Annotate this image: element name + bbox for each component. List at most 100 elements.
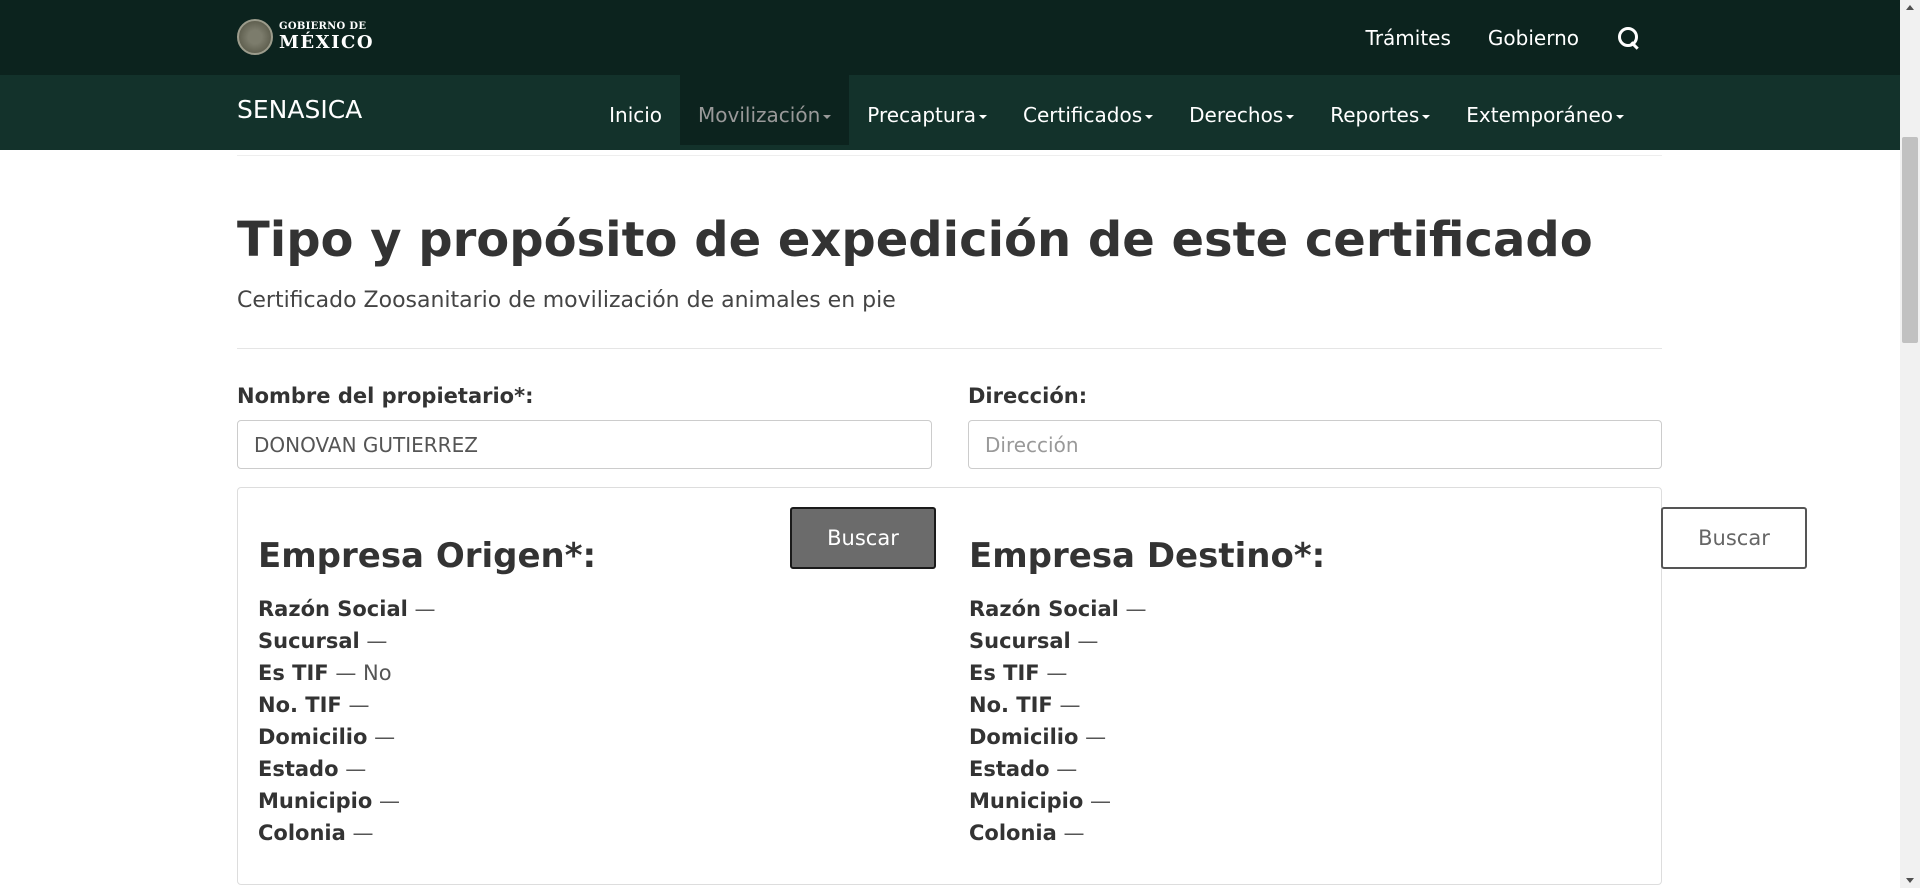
info-label: No. TIF — [258, 693, 342, 717]
caret-down-icon — [1145, 114, 1154, 119]
info-row: Razón Social — — [969, 593, 1147, 625]
info-separator: — — [352, 821, 374, 845]
info-label: Domicilio — [258, 725, 368, 749]
logo-line2: MÉXICO — [279, 32, 375, 53]
tramites-link[interactable]: Trámites — [1366, 26, 1451, 50]
section-divider — [237, 348, 1662, 349]
info-separator: — — [366, 629, 388, 653]
info-row: Municipio — — [969, 785, 1147, 817]
info-label: Sucursal — [969, 629, 1071, 653]
info-label: Municipio — [258, 789, 373, 813]
info-row: Colonia — — [258, 817, 436, 849]
nav-item-label: Precaptura — [867, 103, 977, 127]
top-divider — [237, 155, 1662, 156]
caret-down-icon — [823, 114, 832, 119]
info-row: Colonia — — [969, 817, 1147, 849]
info-row: Estado — — [258, 753, 436, 785]
info-separator: — — [345, 757, 367, 781]
main-navbar: SENASICA Inicio Movilización Precaptura Cer… — [0, 75, 1900, 150]
page-subtitle: Certificado Zoosanitario de movilización… — [237, 288, 896, 313]
info-separator: — — [335, 661, 357, 685]
info-separator: — — [348, 693, 370, 717]
scroll-down-arrow-icon[interactable] — [1906, 878, 1914, 883]
info-row: Es TIF — No — [258, 657, 436, 689]
info-label: No. TIF — [969, 693, 1053, 717]
nav-item-reportes[interactable]: Reportes — [1312, 75, 1448, 145]
gobierno-de-mexico-logo[interactable]: GOBIERNO DE MÉXICO — [237, 19, 374, 55]
nav-item-label: Inicio — [609, 103, 663, 127]
info-row: Domicilio — — [258, 721, 436, 753]
scroll-thumb[interactable] — [1902, 137, 1918, 343]
nav-item-extemporaneo[interactable]: Extemporáneo — [1448, 75, 1642, 145]
page-title: Tipo y propósito de expedición de este c… — [237, 212, 1593, 268]
logo-line1: GOBIERNO DE — [279, 21, 367, 32]
companies-panel: Buscar Empresa Origen*: Razón Social — S… — [237, 487, 1807, 885]
top-links: Trámites Gobierno — [1329, 0, 1642, 75]
info-separator: — — [414, 597, 436, 621]
nav-item-movilizacion[interactable]: Movilización — [680, 75, 850, 145]
info-row: Estado — — [969, 753, 1147, 785]
info-label: Razón Social — [258, 597, 408, 621]
info-row: Es TIF — — [969, 657, 1147, 689]
top-bar: GOBIERNO DE MÉXICO Trámites Gobierno — [0, 0, 1900, 75]
origin-details: Razón Social — Sucursal — Es TIF — No No.… — [258, 593, 436, 849]
info-row: Sucursal — — [258, 625, 436, 657]
info-separator: — — [379, 789, 400, 813]
origin-search-button[interactable]: Buscar — [790, 507, 936, 569]
origin-title: Empresa Origen*: — [258, 536, 597, 576]
destination-details: Razón Social — Sucursal — Es TIF — No. T… — [969, 593, 1147, 849]
destination-title: Empresa Destino*: — [969, 536, 1326, 576]
brand-senasica[interactable]: SENASICA — [237, 75, 362, 145]
search-icon[interactable] — [1616, 25, 1642, 51]
info-separator: — — [1090, 789, 1111, 813]
info-separator: — — [374, 725, 396, 749]
info-label: Domicilio — [969, 725, 1079, 749]
info-separator: — — [1059, 693, 1081, 717]
info-label: Estado — [969, 757, 1050, 781]
nav-item-label: Extemporáneo — [1466, 103, 1613, 127]
destination-search-button[interactable]: Buscar — [1661, 507, 1807, 569]
caret-down-icon — [1286, 114, 1295, 119]
info-label: Colonia — [258, 821, 346, 845]
info-label: Estado — [258, 757, 339, 781]
info-label: Razón Social — [969, 597, 1119, 621]
info-separator: — — [1125, 597, 1147, 621]
nav-item-label: Certificados — [1023, 103, 1143, 127]
info-separator: — — [1077, 629, 1099, 653]
info-label: Colonia — [969, 821, 1057, 845]
info-label: Municipio — [969, 789, 1084, 813]
caret-down-icon — [1616, 114, 1624, 119]
vertical-scrollbar[interactable] — [1900, 0, 1920, 888]
info-label: Es TIF — [969, 661, 1040, 685]
info-value: No — [363, 661, 392, 685]
info-row: Domicilio — — [969, 721, 1147, 753]
owner-label: Nombre del propietario*: — [237, 384, 534, 408]
info-row: No. TIF — — [969, 689, 1147, 721]
nav-item-certificados[interactable]: Certificados — [1005, 75, 1171, 145]
address-input[interactable] — [968, 420, 1662, 469]
nav-item-precaptura[interactable]: Precaptura — [849, 75, 1005, 145]
info-row: No. TIF — — [258, 689, 436, 721]
national-seal-icon — [237, 19, 273, 55]
address-label: Dirección: — [968, 384, 1088, 408]
destination-company-section: Buscar Empresa Destino*: Razón Social — … — [949, 488, 1807, 884]
info-row: Municipio — — [258, 785, 436, 817]
nav-item-inicio[interactable]: Inicio — [591, 75, 680, 145]
nav-item-label: Derechos — [1189, 103, 1284, 127]
gobierno-link[interactable]: Gobierno — [1488, 26, 1579, 50]
caret-down-icon — [979, 114, 988, 119]
info-label: Sucursal — [258, 629, 360, 653]
info-label: Es TIF — [258, 661, 329, 685]
info-row: Razón Social — — [258, 593, 436, 625]
nav-item-label: Movilización — [698, 103, 821, 127]
scroll-up-arrow-icon[interactable] — [1906, 5, 1914, 10]
nav-item-label: Reportes — [1330, 103, 1420, 127]
origin-company-section: Buscar Empresa Origen*: Razón Social — S… — [238, 488, 950, 884]
nav-item-derechos[interactable]: Derechos — [1171, 75, 1312, 145]
info-separator: — — [1056, 757, 1078, 781]
owner-name-input[interactable] — [237, 420, 932, 469]
info-row: Sucursal — — [969, 625, 1147, 657]
info-separator: — — [1085, 725, 1107, 749]
info-separator: — — [1046, 661, 1068, 685]
nav-menu: Inicio Movilización Precaptura Certificados… — [591, 75, 1642, 145]
